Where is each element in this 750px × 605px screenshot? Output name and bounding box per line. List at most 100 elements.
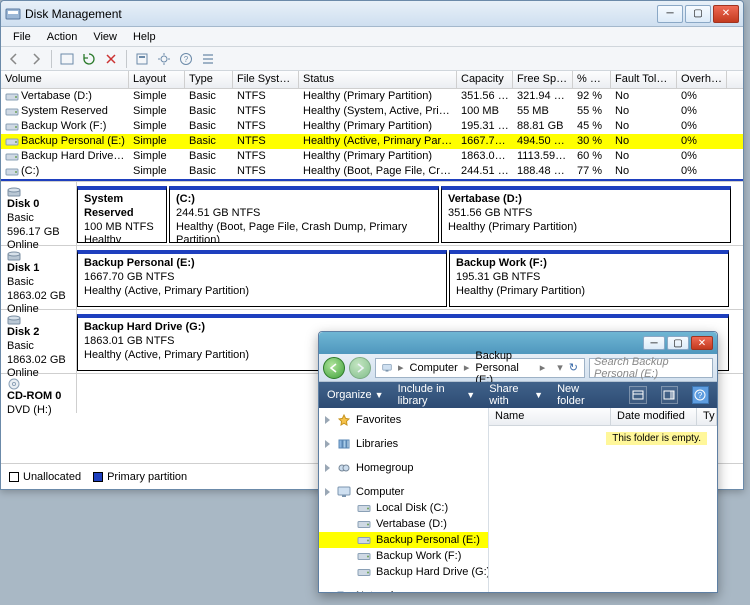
disk-info[interactable]: CD-ROM 0DVD (H:) (1, 374, 77, 413)
file-list-header: Name Date modified Ty (489, 408, 717, 426)
chevron-down-icon: ▼ (375, 390, 384, 400)
nav-drive-item[interactable]: Backup Personal (E:) (319, 532, 488, 548)
settings-icon[interactable] (155, 50, 173, 68)
legend-unallocated-label: Unallocated (23, 471, 81, 483)
nav-network[interactable]: Network (319, 588, 488, 592)
nav-computer[interactable]: Computer (319, 484, 488, 500)
col-fault[interactable]: Fault Toleran… (611, 71, 677, 88)
col-pct-free[interactable]: % Free (573, 71, 611, 88)
preview-pane-button[interactable] (661, 386, 678, 404)
legend-primary-swatch (93, 472, 103, 482)
menu-help[interactable]: Help (125, 29, 164, 45)
nav-forward-button[interactable] (349, 357, 371, 379)
minimize-button[interactable]: ─ (657, 5, 683, 23)
col-free-space[interactable]: Free Space (513, 71, 573, 88)
nav-computer-label: Computer (356, 486, 404, 498)
file-col-name[interactable]: Name (489, 408, 611, 425)
explorer-address-bar: ▸ Computer ▸ Backup Personal (E:) ▸ ▾ ↻ … (319, 354, 717, 382)
explorer-minimize-button[interactable]: ─ (643, 336, 665, 350)
cmd-share-with[interactable]: Share with ▼ (489, 383, 543, 407)
drive-icon (5, 136, 19, 147)
explorer-close-button[interactable]: ✕ (691, 336, 713, 350)
col-type[interactable]: Type (185, 71, 233, 88)
col-file-system[interactable]: File System (233, 71, 299, 88)
drive-icon (357, 518, 371, 530)
disk-info[interactable]: Disk 1Basic1863.02 GBOnline (1, 246, 77, 309)
volume-row[interactable]: Vertabase (D:)SimpleBasicNTFSHealthy (Pr… (1, 89, 743, 104)
legend-primary-label: Primary partition (107, 471, 187, 483)
nav-drive-item[interactable]: Vertabase (D:) (319, 516, 488, 532)
explorer-maximize-button[interactable]: ▢ (667, 336, 689, 350)
nav-libraries-label: Libraries (356, 438, 398, 450)
file-col-date[interactable]: Date modified (611, 408, 697, 425)
svg-text:?: ? (698, 391, 703, 400)
file-col-type[interactable]: Ty (697, 408, 717, 425)
help-icon[interactable]: ? (177, 50, 195, 68)
partition[interactable]: Vertabase (D:)351.56 GB NTFSHealthy (Pri… (441, 186, 731, 243)
svg-text:?: ? (184, 55, 189, 64)
list-icon[interactable] (199, 50, 217, 68)
search-placeholder: Search Backup Personal (E:) (594, 356, 708, 380)
legend-unallocated-swatch (9, 472, 19, 482)
drive-icon (357, 502, 371, 514)
maximize-button[interactable]: ▢ (685, 5, 711, 23)
star-icon (337, 414, 351, 426)
menu-view[interactable]: View (85, 29, 125, 45)
col-volume[interactable]: Volume (1, 71, 129, 88)
volume-row[interactable]: Backup Work (F:)SimpleBasicNTFSHealthy (… (1, 119, 743, 134)
disk-icon (7, 250, 21, 262)
disk-info[interactable]: Disk 2Basic1863.02 GBOnline (1, 310, 77, 373)
menubar: File Action View Help (1, 27, 743, 47)
partition[interactable]: Backup Personal (E:)1667.70 GB NTFSHealt… (77, 250, 447, 307)
menu-file[interactable]: File (5, 29, 39, 45)
col-overhead[interactable]: Overhead (677, 71, 727, 88)
close-button[interactable]: ✕ (713, 5, 739, 23)
toolbar-icon-1[interactable] (58, 50, 76, 68)
help-button[interactable]: ? (692, 386, 709, 404)
titlebar[interactable]: Disk Management ─ ▢ ✕ (1, 1, 743, 27)
forward-icon[interactable] (27, 50, 45, 68)
delete-icon[interactable] (102, 50, 120, 68)
nav-network-label: Network (356, 590, 396, 592)
nav-drive-item[interactable]: Local Disk (C:) (319, 500, 488, 516)
disk-mgmt-icon (5, 6, 21, 22)
chevron-down-icon[interactable]: ▾ (555, 361, 565, 374)
properties-icon[interactable] (133, 50, 151, 68)
partition[interactable]: Backup Work (F:)195.31 GB NTFSHealthy (P… (449, 250, 729, 307)
disk-icon (7, 186, 21, 198)
volume-row[interactable]: Backup Hard Drive (G:)SimpleBasicNTFSHea… (1, 149, 743, 164)
breadcrumb-current[interactable]: Backup Personal (E:) (473, 350, 535, 386)
view-options-button[interactable] (629, 386, 646, 404)
partition[interactable]: System Reserved100 MB NTFSHealthy (Syste… (77, 186, 167, 243)
breadcrumb-computer[interactable]: Computer (408, 362, 460, 374)
disk-info[interactable]: Disk 0Basic596.17 GBOnline (1, 182, 77, 245)
breadcrumb[interactable]: ▸ Computer ▸ Backup Personal (E:) ▸ ▾ ↻ (375, 358, 585, 378)
nav-libraries[interactable]: Libraries (319, 436, 488, 452)
back-icon[interactable] (5, 50, 23, 68)
partition[interactable]: (C:)244.51 GB NTFSHealthy (Boot, Page Fi… (169, 186, 439, 243)
col-layout[interactable]: Layout (129, 71, 185, 88)
nav-drive-item[interactable]: Backup Hard Drive (G:) (319, 564, 488, 580)
volume-row[interactable]: (C:)SimpleBasicNTFSHealthy (Boot, Page F… (1, 164, 743, 179)
cmd-include-library[interactable]: Include in library ▼ (398, 383, 476, 407)
col-status[interactable]: Status (299, 71, 457, 88)
volume-row[interactable]: System ReservedSimpleBasicNTFSHealthy (S… (1, 104, 743, 119)
menu-action[interactable]: Action (39, 29, 86, 45)
explorer-file-list[interactable]: Name Date modified Ty This folder is emp… (489, 408, 717, 592)
refresh-icon[interactable] (80, 50, 98, 68)
volume-row[interactable]: Backup Personal (E:)SimpleBasicNTFSHealt… (1, 134, 743, 149)
nav-homegroup[interactable]: Homegroup (319, 460, 488, 476)
drive-icon (5, 166, 19, 177)
search-input[interactable]: Search Backup Personal (E:) (589, 358, 713, 378)
nav-drive-item[interactable]: Backup Work (F:) (319, 548, 488, 564)
toolbar: ? (1, 47, 743, 71)
nav-favorites[interactable]: Favorites (319, 412, 488, 428)
network-icon (337, 590, 351, 592)
nav-back-button[interactable] (323, 357, 345, 379)
cmd-new-folder[interactable]: New folder (557, 383, 601, 407)
cmd-organize[interactable]: Organize ▼ (327, 389, 384, 401)
disk-icon (7, 314, 21, 326)
refresh-icon[interactable]: ↻ (567, 361, 580, 374)
col-capacity[interactable]: Capacity (457, 71, 513, 88)
chevron-right-icon: ▸ (538, 361, 548, 374)
